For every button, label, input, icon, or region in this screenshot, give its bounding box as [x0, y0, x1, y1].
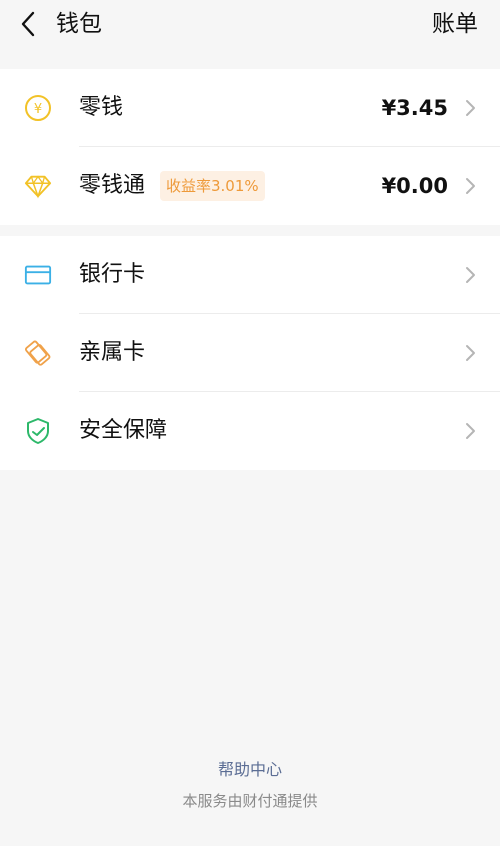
security-label: 安全保障: [79, 418, 168, 443]
top-bar: 钱包 账单: [0, 0, 500, 48]
back-button[interactable]: [14, 10, 42, 38]
family-card-icon: [24, 339, 52, 367]
family-card-row[interactable]: 亲属卡: [0, 314, 500, 392]
provider-note: 本服务由财付通提供: [182, 792, 318, 810]
change-label: 零钱: [79, 95, 124, 120]
lingqiantong-row[interactable]: 零钱通 收益率3.01% ¥0.00: [0, 147, 500, 225]
bank-card-label: 银行卡: [79, 262, 146, 287]
bill-button[interactable]: 账单: [432, 9, 478, 39]
balance-group: ¥ 零钱 ¥3.45 零钱通 收益率3.01% ¥0.00: [0, 69, 500, 225]
chevron-right-icon: [466, 267, 475, 283]
bank-card-icon: [24, 261, 52, 289]
change-value: ¥3.45: [381, 96, 448, 120]
family-card-label: 亲属卡: [79, 340, 146, 365]
bank-card-row[interactable]: 银行卡: [0, 236, 500, 314]
shield-check-icon: [24, 417, 52, 445]
yield-rate-badge: 收益率3.01%: [160, 171, 265, 201]
chevron-right-icon: [466, 345, 475, 361]
lingqiantong-label: 零钱通: [79, 173, 146, 198]
chevron-right-icon: [466, 178, 475, 194]
lingqiantong-value: ¥0.00: [381, 174, 448, 198]
diamond-icon: [24, 172, 52, 200]
chevron-right-icon: [466, 100, 475, 116]
chevron-left-icon: [21, 11, 35, 37]
svg-text:¥: ¥: [34, 102, 42, 117]
services-group: 银行卡 亲属卡 安全保障: [0, 236, 500, 470]
yuan-coin-icon: ¥: [24, 94, 52, 122]
help-center-link[interactable]: 帮助中心: [0, 756, 500, 780]
page-title: 钱包: [56, 11, 102, 37]
security-row[interactable]: 安全保障: [0, 392, 500, 470]
change-row[interactable]: ¥ 零钱 ¥3.45: [0, 69, 500, 147]
chevron-right-icon: [466, 423, 475, 439]
